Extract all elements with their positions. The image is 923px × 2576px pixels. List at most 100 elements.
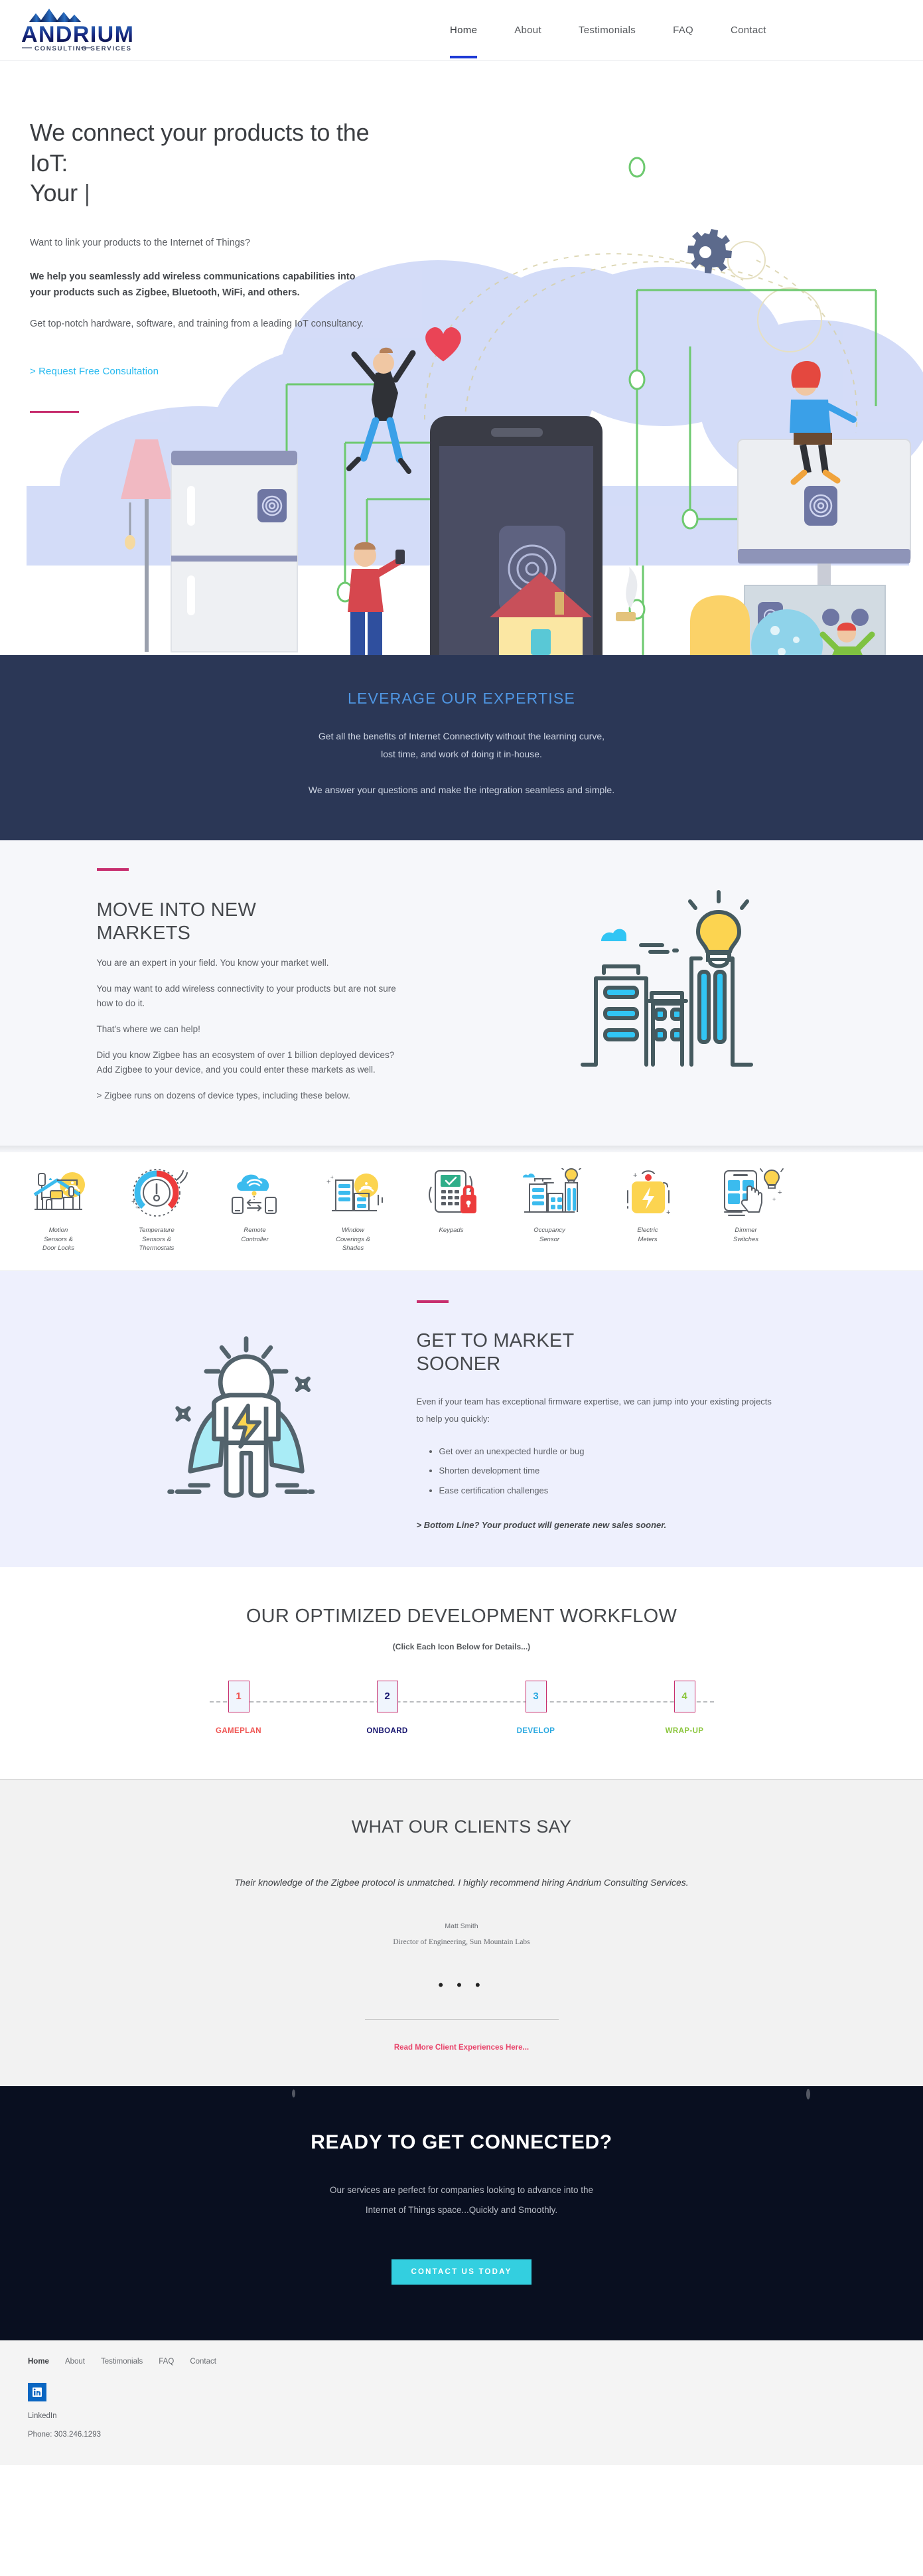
testimonial-role: Director of Engineering, Sun Mountain La… bbox=[393, 1937, 530, 1946]
workflow-title: OUR OPTIMIZED DEVELOPMENT WORKFLOW bbox=[246, 1605, 677, 1627]
site-footer: Home About Testimonials FAQ Contact Link… bbox=[0, 2340, 923, 2465]
workflow-section: OUR OPTIMIZED DEVELOPMENT WORKFLOW (Clic… bbox=[0, 1566, 923, 1780]
hero-accent-rule bbox=[30, 410, 79, 413]
sooner-section: GET TO MARKET SOONER Even if your team h… bbox=[0, 1271, 923, 1567]
markets-paragraph-4: Did you know Zigbee has an ecosystem of … bbox=[96, 1049, 395, 1075]
building-window-covering-icon: + + bbox=[326, 1173, 383, 1211]
cheese-illustration bbox=[690, 629, 750, 655]
linkedin-icon[interactable] bbox=[28, 2382, 46, 2401]
refrigerator-illustration bbox=[171, 451, 298, 652]
workflow-step-3[interactable]: 3 DEVELOP bbox=[507, 1680, 565, 1735]
keypad-lock-icon bbox=[429, 1170, 476, 1213]
device-label-occupancy-sensor: Occupancy Sensor bbox=[533, 1226, 565, 1243]
nav-item-testimonials[interactable]: Testimonials bbox=[560, 0, 654, 61]
device-item-keypads[interactable]: Keypads bbox=[402, 1168, 500, 1253]
sooner-title-line2: SOONER bbox=[416, 1353, 501, 1375]
workflow-hint: (Click Each Icon Below for Details...) bbox=[392, 1641, 531, 1651]
testimonial-carousel-dots[interactable]: • • • bbox=[0, 1977, 923, 1993]
footer-social-label[interactable]: LinkedIn bbox=[28, 2412, 923, 2420]
markets-title: MOVE INTO NEW MARKETS bbox=[97, 899, 409, 945]
footer-nav-about[interactable]: About bbox=[65, 2358, 85, 2366]
electric-meter-icon: + + bbox=[627, 1170, 670, 1217]
nav-item-home[interactable]: Home bbox=[431, 0, 496, 61]
svg-text:CONSULTING SERVICES: CONSULTING SERVICES bbox=[35, 45, 132, 52]
device-item-occupancy-sensor[interactable]: Occupancy Sensor bbox=[500, 1163, 599, 1253]
workflow-step-4-label[interactable]: WRAP-UP bbox=[656, 1727, 714, 1735]
device-item-dimmer-switches[interactable]: + + Dimmer Switches bbox=[697, 1164, 795, 1253]
workflow-step-1-number[interactable]: 1 bbox=[228, 1680, 249, 1712]
markets-paragraph-2: You may want to add wireless connectivit… bbox=[96, 984, 396, 1009]
testimonial-divider bbox=[364, 2018, 559, 2020]
device-item-temperature-sensors[interactable]: + + Temperature Sensors & Thermostats bbox=[107, 1168, 206, 1253]
leverage-paragraph-2: We answer your questions and make the in… bbox=[308, 784, 615, 795]
hero-headline-line2: Your bbox=[30, 179, 84, 207]
cloud-remote-controller-icon bbox=[232, 1174, 277, 1214]
device-item-window-coverings[interactable]: + + Window Coverings & Shades bbox=[304, 1168, 402, 1253]
sooner-bottom-line: > Bottom Line? Your product will generat… bbox=[416, 1519, 667, 1530]
lightbulb-icon bbox=[561, 1163, 582, 1183]
workflow-step-2-number[interactable]: 2 bbox=[376, 1680, 398, 1712]
footer-phone: Phone: 303.246.1293 bbox=[28, 2430, 101, 2439]
markets-title-line2: MARKETS bbox=[96, 922, 191, 944]
markets-section: MOVE INTO NEW MARKETS You are an expert … bbox=[0, 840, 923, 1146]
footer-nav-testimonials[interactable]: Testimonials bbox=[101, 2358, 143, 2366]
footer-nav: Home About Testimonials FAQ Contact bbox=[28, 2358, 923, 2366]
workflow-step-1[interactable]: 1 GAMEPLAN bbox=[210, 1680, 268, 1735]
page-root: ANDRIUM CONSULTING SERVICES Home About T… bbox=[0, 0, 923, 2465]
svg-text:+: + bbox=[772, 1196, 776, 1203]
workflow-step-4-number[interactable]: 4 bbox=[674, 1680, 695, 1712]
footer-nav-faq[interactable]: FAQ bbox=[159, 2358, 174, 2366]
device-item-electric-meters[interactable]: + + Electric Meters bbox=[599, 1168, 697, 1253]
hero-sub-copy: Get top-notch hardware, software, and tr… bbox=[30, 319, 364, 330]
workflow-step-4[interactable]: 4 WRAP-UP bbox=[656, 1680, 714, 1735]
read-more-experiences-link[interactable]: Read More Client Experiences Here... bbox=[0, 2044, 923, 2052]
sooner-bullet-2: Shorten development time bbox=[439, 1461, 774, 1480]
workflow-step-2-label[interactable]: ONBOARD bbox=[358, 1727, 417, 1735]
superhero-illustration bbox=[90, 1300, 402, 1530]
hero-headline: We connect your products to the IoT: You… bbox=[30, 117, 411, 208]
dimmer-switch-phone-icon: + + bbox=[724, 1164, 784, 1216]
device-label-window-coverings: Window Coverings & Shades bbox=[336, 1226, 370, 1252]
sooner-title: GET TO MARKET SOONER bbox=[417, 1329, 774, 1376]
cloud-icon bbox=[601, 929, 626, 941]
ready-title: READY TO GET CONNECTED? bbox=[311, 2131, 612, 2153]
device-item-motion-sensors[interactable]: Motion Sensors & Door Locks bbox=[9, 1168, 107, 1253]
hero-headline-line1: We connect your products to the IoT: bbox=[30, 119, 370, 177]
device-label-remote-controller: Remote Controller bbox=[241, 1226, 269, 1243]
nav-item-contact[interactable]: Contact bbox=[712, 0, 785, 61]
house-motion-sensor-icon bbox=[33, 1172, 85, 1210]
hero-copy: We connect your products to the IoT: You… bbox=[0, 61, 411, 413]
ready-copy: Our services are perfect for companies l… bbox=[0, 2180, 923, 2221]
svg-text:+: + bbox=[135, 1204, 139, 1211]
typing-cursor: | bbox=[84, 179, 90, 207]
device-label-keypads: Keypads bbox=[439, 1226, 464, 1234]
workflow-step-3-number[interactable]: 3 bbox=[525, 1680, 547, 1712]
contact-us-today-button[interactable]: CONTACT US TODAY bbox=[391, 2259, 532, 2285]
workflow-steps: 1 GAMEPLAN 2 ONBOARD 3 DEVELOP 4 WRAP-UP bbox=[209, 1680, 714, 1735]
hero-bold-copy: We help you seamlessly add wireless comm… bbox=[30, 271, 356, 299]
sooner-bullet-1: Get over an unexpected hurdle or bug bbox=[439, 1442, 774, 1461]
markets-title-line1: MOVE INTO NEW bbox=[96, 899, 257, 921]
testimonials-title: WHAT OUR CLIENTS SAY bbox=[351, 1816, 572, 1837]
andrium-logo[interactable]: ANDRIUM CONSULTING SERVICES bbox=[20, 5, 139, 56]
thermostat-dial-icon: + + bbox=[131, 1168, 188, 1217]
footer-nav-home[interactable]: Home bbox=[28, 2358, 49, 2366]
mountain-icon bbox=[29, 8, 81, 22]
svg-text:+: + bbox=[330, 1174, 334, 1180]
request-consultation-link[interactable]: > Request Free Consultation bbox=[30, 366, 159, 377]
device-types-strip: Motion Sensors & Door Locks + + Temperat… bbox=[0, 1152, 923, 1272]
device-label-dimmer-switches: Dimmer Switches bbox=[733, 1226, 758, 1243]
leverage-line-2: lost time, and work of doing it in-house… bbox=[381, 749, 542, 760]
testimonials-section: WHAT OUR CLIENTS SAY Their knowledge of … bbox=[0, 1779, 923, 2086]
footer-nav-contact[interactable]: Contact bbox=[190, 2358, 216, 2366]
markets-accent-rule bbox=[96, 868, 129, 871]
nav-item-faq[interactable]: FAQ bbox=[654, 0, 712, 61]
workflow-step-3-label[interactable]: DEVELOP bbox=[507, 1727, 565, 1735]
sooner-accent-rule bbox=[416, 1300, 449, 1304]
device-item-remote-controller[interactable]: Remote Controller bbox=[206, 1168, 304, 1253]
device-label-temperature-sensors: Temperature Sensors & Thermostats bbox=[139, 1226, 175, 1252]
sooner-bullet-list: Get over an unexpected hurdle or bug Sho… bbox=[439, 1442, 774, 1500]
workflow-step-2[interactable]: 2 ONBOARD bbox=[358, 1680, 417, 1735]
workflow-step-1-label[interactable]: GAMEPLAN bbox=[210, 1727, 268, 1735]
nav-item-about[interactable]: About bbox=[496, 0, 560, 61]
